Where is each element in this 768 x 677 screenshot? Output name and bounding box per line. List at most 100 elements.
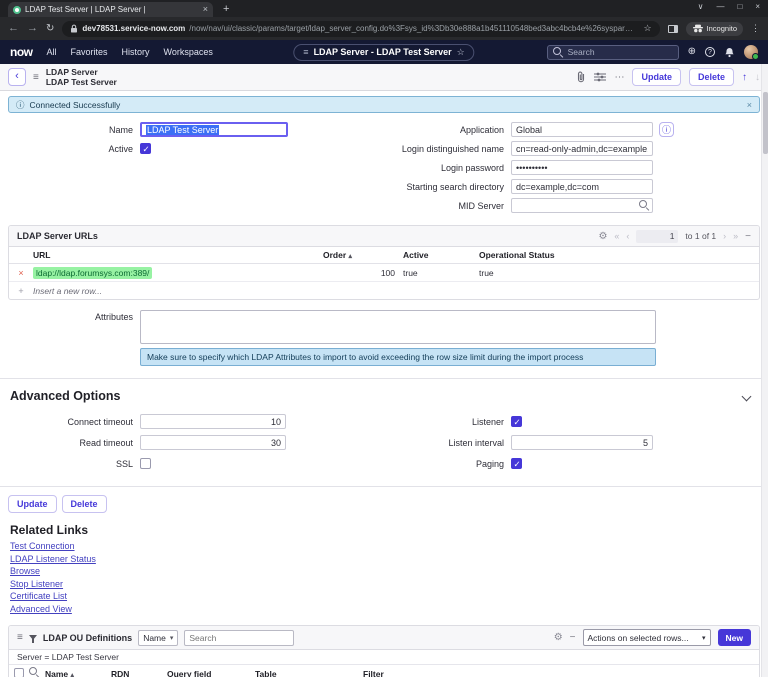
- previous-record-icon[interactable]: ↑: [742, 72, 747, 83]
- listener-checkbox[interactable]: [511, 416, 522, 428]
- listen-interval-input[interactable]: [511, 435, 653, 450]
- ou-col-name[interactable]: Name ▴: [45, 669, 111, 677]
- read-timeout-input[interactable]: [140, 435, 286, 450]
- delete-button-header[interactable]: Delete: [688, 68, 734, 86]
- global-search[interactable]: [546, 44, 679, 60]
- page-scrollbar[interactable]: [761, 64, 768, 677]
- login-dn-label: Login distinguished name: [401, 143, 504, 154]
- link-stop-listener[interactable]: Stop Listener: [10, 578, 758, 591]
- nav-item-history[interactable]: History: [122, 47, 150, 57]
- back-button[interactable]: ‹: [8, 68, 26, 86]
- nav-item-favorites[interactable]: Favorites: [71, 47, 108, 57]
- notifications-bell-icon[interactable]: [724, 47, 735, 58]
- back-icon[interactable]: ←: [8, 23, 19, 34]
- help-icon[interactable]: ?: [705, 47, 715, 57]
- reload-icon[interactable]: ↻: [46, 23, 54, 34]
- mid-server-lookup-icon[interactable]: [639, 200, 650, 211]
- urls-col-active[interactable]: Active: [403, 250, 479, 260]
- active-cell[interactable]: true: [403, 268, 479, 278]
- personalize-form-icon[interactable]: [594, 72, 607, 82]
- new-button[interactable]: New: [717, 629, 751, 646]
- ou-col-filter[interactable]: Filter: [363, 669, 759, 677]
- ou-col-rdn[interactable]: RDN: [111, 669, 167, 677]
- order-cell[interactable]: 100: [323, 268, 403, 278]
- global-search-input[interactable]: [567, 47, 673, 57]
- ou-collapse-icon[interactable]: −: [570, 632, 576, 643]
- ou-search-field-select[interactable]: Name ▾: [138, 629, 179, 646]
- window-close-button[interactable]: ×: [755, 2, 760, 11]
- attachment-paperclip-icon[interactable]: [576, 71, 586, 83]
- delete-button-footer[interactable]: Delete: [61, 495, 107, 513]
- favorite-star-icon[interactable]: ☆: [457, 47, 465, 58]
- update-button-footer[interactable]: Update: [8, 495, 57, 513]
- select-caret-icon: ▾: [169, 634, 174, 642]
- name-input[interactable]: LDAP Test Server: [140, 122, 288, 137]
- delete-row-icon[interactable]: ×: [9, 268, 33, 278]
- ssl-checkbox[interactable]: [140, 458, 151, 469]
- ou-breadcrumb[interactable]: Server = LDAP Test Server: [9, 650, 759, 665]
- new-tab-button[interactable]: +: [223, 3, 229, 17]
- window-maximize-button[interactable]: □: [737, 2, 742, 11]
- insert-row-plus-icon[interactable]: +: [9, 286, 33, 296]
- scrollbar-thumb[interactable]: [763, 92, 768, 154]
- urls-col-order[interactable]: Order ▴: [323, 250, 403, 260]
- form-context-menu-icon[interactable]: ≡: [33, 72, 39, 83]
- urls-col-url[interactable]: URL: [33, 250, 323, 260]
- actions-dropdown[interactable]: Actions on selected rows... ▾: [582, 629, 711, 646]
- sort-asc-icon: ▴: [70, 671, 75, 677]
- login-password-input[interactable]: [511, 160, 653, 175]
- ou-search-input[interactable]: [184, 629, 295, 646]
- address-bar[interactable]: dev78531.service-now.com /now/nav/ui/cla…: [62, 20, 660, 37]
- connect-timeout-label: Connect timeout: [67, 416, 133, 427]
- paging-checkbox[interactable]: [511, 458, 522, 470]
- link-browse[interactable]: Browse: [10, 565, 758, 578]
- ou-gear-icon[interactable]: ⚙: [554, 632, 563, 643]
- side-panel-icon[interactable]: [667, 24, 678, 33]
- link-advanced-view[interactable]: Advanced View: [10, 603, 758, 616]
- ou-col-query-field[interactable]: Query field: [167, 669, 255, 677]
- application-info-button[interactable]: ⓘ: [659, 122, 674, 137]
- login-dn-input[interactable]: [511, 141, 653, 156]
- banner-close-icon[interactable]: ×: [747, 100, 752, 110]
- link-certificate-list[interactable]: Certificate List: [10, 590, 758, 603]
- ou-list-menu-icon[interactable]: ≡: [17, 632, 23, 643]
- bookmark-star-icon[interactable]: ☆: [643, 23, 651, 34]
- nav-item-workspaces[interactable]: Workspaces: [164, 47, 213, 57]
- urls-page-value[interactable]: 1: [636, 229, 679, 243]
- starting-search-directory-input[interactable]: [511, 179, 653, 194]
- globe-icon[interactable]: ⊕: [688, 47, 696, 57]
- urls-collapse-icon[interactable]: −: [745, 231, 751, 242]
- ou-col-table[interactable]: Table: [255, 669, 363, 677]
- tab-close-icon[interactable]: ×: [203, 5, 208, 14]
- hamburger-icon[interactable]: ≡: [303, 47, 308, 57]
- column-search-icon[interactable]: [29, 667, 40, 677]
- chevron-down-icon[interactable]: [741, 391, 752, 401]
- status-cell[interactable]: true: [479, 268, 759, 278]
- browser-tab[interactable]: LDAP Test Server | LDAP Server | ×: [8, 2, 213, 17]
- tab-search-icon[interactable]: ∨: [698, 2, 704, 11]
- select-all-checkbox[interactable]: [14, 667, 24, 677]
- login-password-label: Login password: [440, 162, 504, 173]
- link-test-connection[interactable]: Test Connection: [10, 540, 758, 553]
- urls-col-status[interactable]: Operational Status: [479, 250, 759, 260]
- sort-asc-icon: ▴: [348, 253, 353, 260]
- insert-row[interactable]: + Insert a new row...: [9, 282, 759, 299]
- insert-row-label[interactable]: Insert a new row...: [33, 286, 323, 296]
- update-button-header[interactable]: Update: [632, 68, 681, 86]
- active-checkbox[interactable]: [140, 143, 151, 155]
- nav-item-all[interactable]: All: [47, 47, 57, 57]
- attributes-textarea[interactable]: [140, 310, 656, 344]
- more-options-icon[interactable]: ⋯: [614, 72, 624, 83]
- context-record-pill[interactable]: ≡ LDAP Server - LDAP Test Server ☆: [293, 43, 475, 61]
- now-logo[interactable]: now: [10, 45, 33, 59]
- filter-funnel-icon[interactable]: [28, 635, 37, 643]
- forward-icon[interactable]: →: [27, 23, 38, 34]
- connect-timeout-input[interactable]: [140, 414, 286, 429]
- urls-gear-icon[interactable]: ⚙: [598, 231, 607, 242]
- window-minimize-button[interactable]: —: [716, 2, 724, 11]
- url-cell-highlighted[interactable]: ldap://ldap.forumsys.com:389/: [33, 266, 153, 279]
- link-ldap-listener-status[interactable]: LDAP Listener Status: [10, 553, 758, 566]
- user-avatar[interactable]: [744, 45, 759, 60]
- browser-menu-icon[interactable]: ⋮: [751, 23, 760, 34]
- mid-server-input[interactable]: [511, 198, 653, 213]
